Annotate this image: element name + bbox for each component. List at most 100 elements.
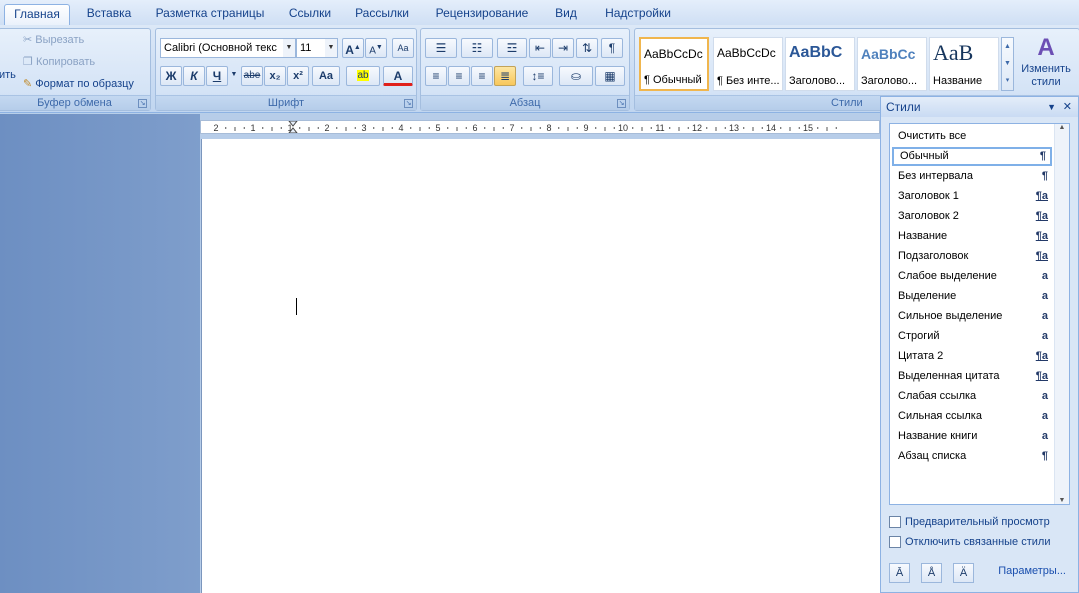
style-heading2-tile[interactable]: AaBbCc Заголово... <box>857 37 927 91</box>
ruler-tick-mark <box>530 127 532 131</box>
change-styles-label: Изменить стили <box>1021 63 1071 88</box>
style-list-item[interactable]: Слабое выделение a <box>892 267 1052 286</box>
decrease-indent-button[interactable]: ⇤ <box>529 38 551 58</box>
align-left-button[interactable]: ≡ <box>425 66 447 86</box>
sort-button[interactable]: ⇅ <box>576 38 598 58</box>
style-list-item-label: Выделение <box>898 290 957 302</box>
tab-page-layout[interactable]: Разметка страницы <box>150 4 270 25</box>
cut-button[interactable]: ✂ Вырезать <box>23 30 84 50</box>
style-no-spacing-tile[interactable]: AaBbCcDc ¶ Без инте... <box>713 37 783 91</box>
shrink-font-button[interactable]: A▼ <box>365 38 387 58</box>
style-normal-tile[interactable]: AaBbCcDc ¶ Обычный <box>639 37 709 91</box>
tab-references[interactable]: Ссылки <box>282 4 338 25</box>
subscript-button[interactable]: x₂ <box>264 66 286 86</box>
ruler-tick-label: 11 <box>655 123 664 133</box>
tab-addins[interactable]: Надстройки <box>596 4 680 25</box>
change-case-button[interactable]: Aa <box>312 66 340 86</box>
scroll-up-icon[interactable]: ▲ <box>1055 124 1069 131</box>
bullets-button[interactable]: ☰ <box>425 38 457 58</box>
font-launcher[interactable]: ↘ <box>404 99 413 108</box>
tab-review[interactable]: Рецензирование <box>428 4 536 25</box>
style-preview: AaBbC <box>789 44 843 61</box>
tab-home[interactable]: Главная <box>4 4 70 25</box>
align-right-button[interactable]: ≡ <box>471 66 493 86</box>
increase-indent-button[interactable]: ⇥ <box>552 38 574 58</box>
font-size-combo[interactable]: 11 ▼ <box>296 38 338 58</box>
pane-menu-icon[interactable]: ▼ <box>1047 97 1056 117</box>
font-color-button[interactable]: A <box>383 66 413 86</box>
borders-button[interactable]: ▦ <box>595 66 625 86</box>
show-marks-button[interactable]: ¶ <box>601 38 623 58</box>
tab-mailings[interactable]: Рассылки <box>350 4 414 25</box>
format-painter-button[interactable]: ✎ Формат по образцу <box>23 74 134 94</box>
tab-insert[interactable]: Вставка <box>80 4 138 25</box>
ruler-tick-mark <box>391 127 393 129</box>
style-list-item[interactable]: Выделенная цитата ¶a <box>892 367 1052 386</box>
new-style-button[interactable]: Ā <box>889 563 910 583</box>
ruler-tick-label: 5 <box>435 123 440 133</box>
clear-formatting-button[interactable]: Aa <box>392 38 414 58</box>
style-list-item[interactable]: Подзаголовок ¶a <box>892 247 1052 266</box>
style-list-item[interactable]: Заголовок 1 ¶a <box>892 187 1052 206</box>
ruler-tick-label: 14 <box>766 123 776 133</box>
highlight-button[interactable]: ab <box>346 66 380 86</box>
style-list-item[interactable]: Без интервала ¶ <box>892 167 1052 186</box>
checkbox-icon[interactable] <box>889 536 901 549</box>
shading-button[interactable]: ⛀ <box>559 66 593 86</box>
style-list-item[interactable]: Сильное выделение a <box>892 307 1052 326</box>
style-name: ¶ Обычный <box>644 74 702 86</box>
style-list-item[interactable]: Заголовок 2 ¶a <box>892 207 1052 226</box>
style-list-item[interactable]: Слабая ссылка a <box>892 387 1052 406</box>
style-heading1-tile[interactable]: AaBbC Заголово... <box>785 37 855 91</box>
change-styles-button[interactable]: A Изменить стили <box>1017 33 1075 95</box>
style-inspector-button[interactable]: Å <box>921 563 942 583</box>
style-list-item[interactable]: Выделение a <box>892 287 1052 306</box>
gallery-scroll[interactable]: ▲ ▼ ▾ <box>1001 37 1014 91</box>
paint-bucket-icon: ⛀ <box>570 69 582 83</box>
options-link[interactable]: Параметры... <box>998 565 1066 577</box>
style-list-item[interactable]: Обычный ¶ <box>892 147 1052 166</box>
style-list-item[interactable]: Название ¶a <box>892 227 1052 246</box>
paste-button[interactable]: ить <box>0 65 16 85</box>
copy-button[interactable]: ❐ Копировать <box>23 52 95 72</box>
style-list-item-label: Название книги <box>898 430 978 442</box>
clipboard-launcher[interactable]: ↘ <box>138 99 147 108</box>
style-list-item[interactable]: Строгий a <box>892 327 1052 346</box>
document-page[interactable] <box>202 139 880 593</box>
copy-label: Копировать <box>35 56 96 68</box>
tab-view[interactable]: Вид <box>548 4 584 25</box>
grow-font-button[interactable]: A▲ <box>342 38 364 58</box>
line-spacing-button[interactable]: ↕≡ <box>523 66 553 86</box>
paragraph-launcher[interactable]: ↘ <box>617 99 626 108</box>
style-list-item[interactable]: Очистить все <box>892 127 1052 146</box>
bold-button[interactable]: Ж <box>160 66 182 86</box>
justify-button[interactable]: ≣ <box>494 66 516 86</box>
styles-list-scrollbar[interactable]: ▲ ▼ <box>1054 124 1069 504</box>
style-list-item[interactable]: Абзац списка ¶ <box>892 447 1052 466</box>
multilevel-list-button[interactable]: ☲ <box>497 38 527 58</box>
scroll-down-icon[interactable]: ▼ <box>1055 497 1069 504</box>
ruler-tick-mark <box>761 127 763 129</box>
style-list-item[interactable]: Название книги a <box>892 427 1052 446</box>
font-name-combo[interactable]: Calibri (Основной текс ▼ <box>160 38 296 58</box>
underline-button[interactable]: Ч <box>206 66 228 86</box>
align-center-button[interactable]: ≡ <box>448 66 470 86</box>
close-icon[interactable]: ✕ <box>1063 97 1072 117</box>
underline-dropdown[interactable]: ▼ <box>229 66 239 86</box>
style-list-item-label: Без интервала <box>898 170 973 182</box>
multilevel-list-icon: ☲ <box>506 41 518 55</box>
style-list-item[interactable]: Сильная ссылка a <box>892 407 1052 426</box>
increase-indent-icon: ⇥ <box>557 41 569 55</box>
checkbox-icon[interactable] <box>889 516 901 529</box>
italic-button[interactable]: К <box>183 66 205 86</box>
horizontal-ruler[interactable]: 2 1 1 2 3 4 5 6 7 8 9 10 11 12 13 14 15 <box>200 120 880 134</box>
manage-styles-button[interactable]: Ä <box>953 563 974 583</box>
superscript-button[interactable]: x² <box>287 66 309 86</box>
disable-linked-checkbox[interactable]: Отключить связанные стили <box>889 535 1059 551</box>
numbering-button[interactable]: ☷ <box>461 38 493 58</box>
style-title-tile[interactable]: AaB Название <box>929 37 999 91</box>
strikethrough-button[interactable]: abe <box>241 66 263 86</box>
align-right-icon: ≡ <box>478 69 486 83</box>
preview-checkbox[interactable]: Предварительный просмотр <box>889 515 1059 531</box>
style-list-item[interactable]: Цитата 2 ¶a <box>892 347 1052 366</box>
